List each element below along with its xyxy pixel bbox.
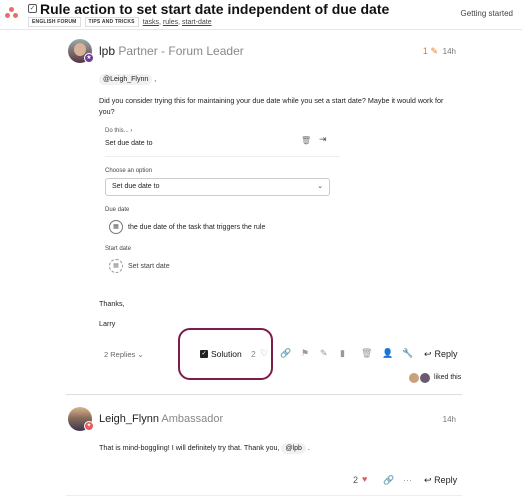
username[interactable]: lpb (99, 44, 115, 58)
chevron-down-icon: ⌄ (137, 350, 144, 359)
edit-count: 1 (422, 46, 428, 56)
reply-arrow-icon: ↩ (424, 349, 432, 359)
chevron-right-icon: › (130, 128, 133, 134)
replies-toggle[interactable]: 2 Replies ⌄ (104, 350, 144, 359)
pencil-icon: ✎ (430, 46, 438, 56)
signature: Larry (99, 319, 116, 328)
mention-suffix: , (154, 76, 157, 83)
tag-list: tasks, rules, start-date (142, 18, 212, 26)
getting-started-link[interactable]: Getting started (461, 9, 513, 18)
collapse-arrow-icon: ⇥ (319, 134, 327, 144)
due-date-label: Due date (105, 207, 130, 213)
tag-start-date[interactable]: start-date (182, 19, 212, 26)
edit-history[interactable]: 1 ✎ (423, 46, 438, 57)
trash-icon: 🗑 (301, 136, 312, 145)
reply-button[interactable]: ↩ Reply (424, 349, 458, 360)
calendar-icon: ▦ (109, 220, 123, 234)
wrench-icon[interactable]: 🔧 (402, 348, 413, 359)
user-mention[interactable]: @Leigh_Flynn (99, 74, 153, 85)
category-english-forum[interactable]: ENGLISH FORUM (28, 17, 81, 27)
topic-categories: ENGLISH FORUM TIPS AND TRICKS tasks, rul… (28, 17, 212, 27)
liked-avatars[interactable] (408, 372, 434, 384)
ambassador-badge-icon: ✦ (84, 421, 94, 431)
delete-icon[interactable]: 🗑 (361, 348, 372, 359)
username[interactable]: Leigh_Flynn (99, 413, 159, 425)
option-select: Set due date to ⌄ (105, 178, 330, 196)
post-author: Leigh_Flynn Ambassador (99, 413, 223, 425)
post-time[interactable]: 14h (443, 415, 456, 424)
liked-this-text: liked this (434, 374, 462, 381)
divider (105, 156, 340, 157)
user-role: Ambassador (161, 413, 224, 425)
tag-rules[interactable]: rules (163, 19, 178, 26)
post-divider (66, 394, 462, 395)
bookmark-icon[interactable]: ▮ (340, 348, 345, 359)
like-count[interactable]: 2 (251, 349, 256, 359)
bottom-divider (66, 495, 462, 496)
reply-arrow-icon: ↩ (424, 475, 432, 485)
link-icon[interactable]: 🔗 (383, 475, 394, 486)
choose-option-label: Choose an option (105, 168, 153, 174)
more-options-icon[interactable]: ··· (403, 475, 412, 485)
user-role: Partner - Forum Leader (118, 44, 244, 58)
assign-user-icon[interactable]: 👤 (382, 348, 393, 359)
heart-icon[interactable]: ♡ (260, 348, 268, 359)
reply-button[interactable]: ↩ Reply (424, 475, 457, 486)
site-logo[interactable] (5, 7, 19, 21)
topic-title[interactable]: Rule action to set start date independen… (40, 1, 389, 17)
post-time[interactable]: 14h (443, 47, 456, 56)
post-body: That is mind-boggling! I will definitely… (99, 443, 310, 454)
post-body: Did you consider trying this for maintai… (99, 96, 444, 116)
action-title: Set due date to (105, 140, 153, 147)
calendar-empty-icon: ▦ (109, 259, 123, 273)
edit-icon[interactable]: ✎ (320, 348, 328, 359)
mention-line: @Leigh_Flynn , (99, 74, 156, 85)
start-date-label: Start date (105, 246, 132, 252)
chevron-down-icon: ⌄ (317, 183, 323, 190)
solution-button[interactable]: Solution (211, 349, 242, 359)
topic-header: ✓ Rule action to set start date independ… (0, 0, 522, 30)
solution-check-icon[interactable]: ✓ (200, 350, 208, 358)
leader-badge-icon: ★ (84, 53, 94, 63)
do-this-label: Do this... › (105, 128, 133, 134)
link-icon[interactable]: 🔗 (280, 348, 291, 359)
tag-tasks[interactable]: tasks (143, 19, 159, 26)
user-mention[interactable]: @lpb (281, 443, 306, 454)
post-author: lpb Partner - Forum Leader (99, 44, 244, 58)
closing-thanks: Thanks, (99, 299, 125, 308)
category-tips-and-tricks[interactable]: TIPS AND TRICKS (84, 17, 139, 27)
heart-filled-icon[interactable]: ♥ (362, 474, 367, 484)
flag-icon[interactable]: ⚑ (301, 348, 309, 359)
avatar (419, 372, 431, 384)
like-count[interactable]: 2 (353, 475, 358, 485)
solved-check-icon: ✓ (28, 4, 37, 13)
start-date-value: Set start date (128, 263, 170, 270)
due-date-value: the due date of the task that triggers t… (128, 224, 266, 231)
